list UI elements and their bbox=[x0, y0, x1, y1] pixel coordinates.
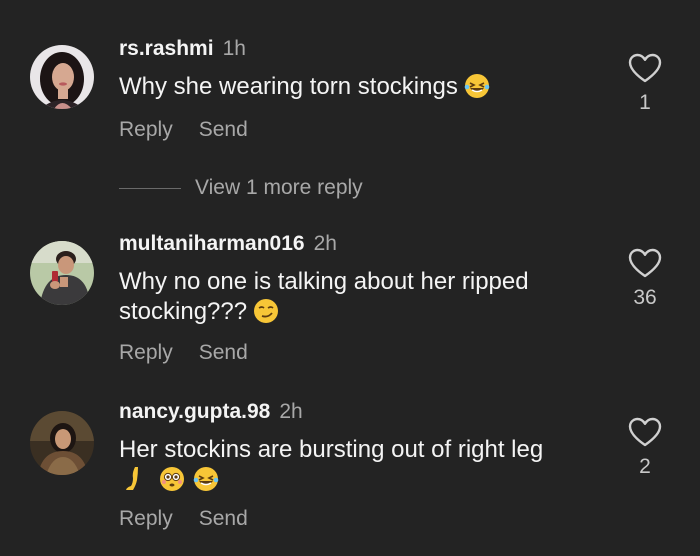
smirk-emoji-icon bbox=[253, 298, 279, 324]
reply-button[interactable]: Reply bbox=[119, 341, 173, 365]
comment-text: Why she wearing torn stockings bbox=[119, 72, 589, 102]
like-section: 2 bbox=[627, 417, 663, 479]
comment-meta: multaniharman016 2h bbox=[119, 231, 589, 257]
reply-button[interactable]: Reply bbox=[119, 507, 173, 531]
comment-text-content: Her stockins are bursting out of right l… bbox=[119, 436, 544, 463]
like-count: 1 bbox=[639, 91, 651, 114]
grinning-squint-tears-emoji-icon bbox=[464, 73, 490, 99]
comment-text-content: Why she wearing torn stockings bbox=[119, 73, 458, 100]
grinning-squint-tears-emoji-icon bbox=[193, 466, 219, 492]
send-button[interactable]: Send bbox=[199, 507, 248, 531]
send-button[interactable]: Send bbox=[199, 118, 248, 142]
timestamp: 2h bbox=[313, 232, 337, 255]
comment-text-content: Why no one is talking about her ripped s… bbox=[119, 268, 529, 325]
comment-text: Her stockins are bursting out of right l… bbox=[119, 435, 589, 495]
avatar[interactable] bbox=[30, 241, 94, 305]
flushed-emoji-icon bbox=[159, 466, 185, 492]
comment-text: Why no one is talking about her ripped s… bbox=[119, 267, 589, 327]
timestamp: 2h bbox=[279, 400, 303, 423]
divider bbox=[119, 187, 181, 189]
avatar[interactable] bbox=[30, 411, 94, 475]
send-button[interactable]: Send bbox=[199, 341, 248, 365]
comment-body: multaniharman016 2h Why no one is talking… bbox=[119, 231, 589, 365]
like-count: 36 bbox=[633, 286, 657, 309]
view-more-replies-label[interactable]: View 1 more reply bbox=[195, 176, 363, 199]
view-more-replies[interactable]: View 1 more reply bbox=[119, 176, 363, 200]
username[interactable]: nancy.gupta.98 bbox=[119, 400, 270, 423]
avatar[interactable] bbox=[30, 45, 94, 109]
comment-body: nancy.gupta.98 2h Her stockins are bursti… bbox=[119, 399, 589, 531]
comment-meta: rs.rashmi 1h bbox=[119, 36, 589, 62]
heart-icon[interactable] bbox=[628, 417, 662, 447]
like-section: 1 bbox=[627, 53, 663, 115]
comment-meta: nancy.gupta.98 2h bbox=[119, 399, 589, 425]
like-section: 36 bbox=[627, 248, 663, 310]
comment-actions: Reply Send bbox=[119, 341, 589, 365]
username[interactable]: multaniharman016 bbox=[119, 232, 305, 255]
username[interactable]: rs.rashmi bbox=[119, 37, 214, 60]
comment-actions: Reply Send bbox=[119, 507, 589, 531]
comment-actions: Reply Send bbox=[119, 118, 589, 142]
comment-body: rs.rashmi 1h Why she wearing torn stockin… bbox=[119, 36, 589, 142]
leg-emoji-icon bbox=[121, 466, 147, 492]
timestamp: 1h bbox=[222, 37, 246, 60]
like-count: 2 bbox=[639, 455, 651, 478]
heart-icon[interactable] bbox=[628, 53, 662, 83]
reply-button[interactable]: Reply bbox=[119, 118, 173, 142]
heart-icon[interactable] bbox=[628, 248, 662, 278]
